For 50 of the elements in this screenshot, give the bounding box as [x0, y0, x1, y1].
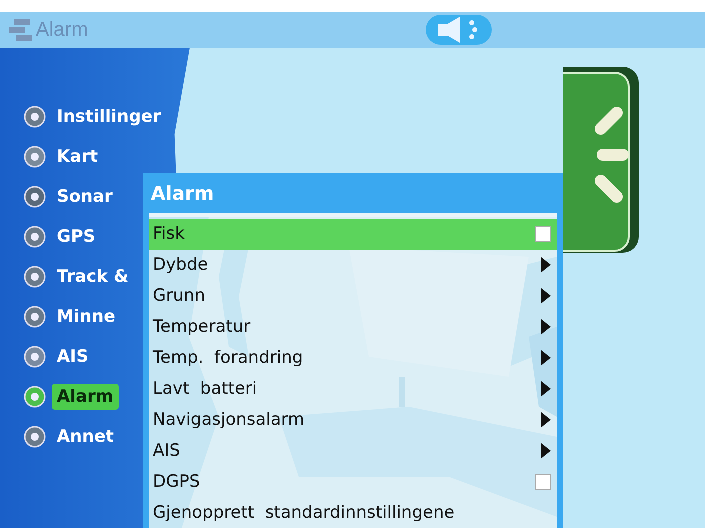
checkbox[interactable] — [535, 474, 551, 490]
sidebar-item[interactable]: Kart — [52, 144, 104, 170]
menu-icon — [24, 186, 46, 208]
menu-item-label: DGPS — [153, 472, 200, 492]
menu-row[interactable]: DGPS — [149, 466, 557, 498]
sidebar-item[interactable]: Track & — [52, 264, 134, 290]
menu-item-label: Gjenopprett standardinnstillingene — [153, 502, 455, 523]
menu-icon — [24, 226, 46, 248]
menu-item-label: Temp. forandring — [153, 348, 304, 368]
menu-item-label: Navigasjonsalarm — [153, 410, 305, 430]
menu-icon — [24, 386, 46, 408]
menu-row[interactable]: Dybde — [149, 250, 557, 281]
window-icon — [8, 18, 34, 42]
menu-row[interactable]: Temperatur — [149, 312, 557, 343]
checkbox[interactable] — [535, 226, 551, 242]
submenu-arrow-icon — [541, 412, 551, 428]
menu-item-label: Fisk — [153, 224, 185, 244]
menu-row[interactable]: Gjenopprett standardinnstillingene — [149, 497, 557, 528]
sidebar-item[interactable]: Instillinger — [52, 104, 166, 130]
menu-icon — [24, 266, 46, 288]
menu-icon — [24, 146, 46, 168]
submenu-arrow-icon — [541, 319, 551, 336]
submenu-arrow-icon — [541, 380, 551, 397]
menu-row[interactable]: Lavt batteri — [149, 374, 557, 404]
submenu-arrow-icon — [541, 288, 551, 304]
submenu-arrow-icon — [541, 350, 551, 366]
sidebar-item[interactable]: AIS — [52, 344, 94, 370]
sidebar-item[interactable]: GPS — [52, 224, 101, 250]
sidebar-item[interactable]: Sonar — [52, 184, 118, 210]
window-title: Alarm — [36, 18, 88, 42]
menu-row[interactable]: AIS — [149, 435, 557, 466]
menu-row[interactable]: Grunn — [149, 280, 557, 312]
menu-row[interactable]: Temp. forandring — [149, 342, 557, 374]
menu-item-label: Lavt batteri — [153, 378, 258, 399]
submenu-arrow-icon — [541, 442, 551, 459]
sidebar-item[interactable]: Alarm — [52, 384, 119, 410]
menu-item-label: Dybde — [153, 255, 208, 276]
menu-item-label: Temperatur — [153, 317, 251, 338]
menu-title: Alarm — [150, 182, 216, 207]
menu-icon — [24, 306, 46, 328]
sidebar-item[interactable]: Minne — [52, 304, 120, 330]
menu-item-label: AIS — [153, 440, 180, 461]
menu-row[interactable]: Fisk — [149, 219, 557, 250]
sidebar-item[interactable]: Annet — [52, 424, 120, 450]
menu-icon — [24, 426, 46, 448]
menu-icon — [24, 106, 46, 128]
menu-icon — [24, 346, 46, 368]
menu-item-label: Grunn — [153, 286, 206, 306]
menu-row[interactable]: Navigasjonsalarm — [149, 404, 557, 436]
submenu-arrow-icon — [541, 257, 551, 274]
